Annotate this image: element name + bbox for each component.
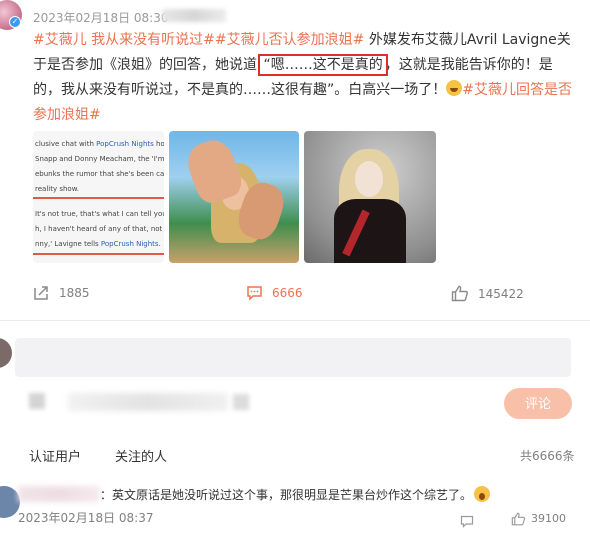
- hashtag-link[interactable]: #艾薇儿 我从来没有听说过#: [33, 32, 215, 48]
- comment-like-count: 39100: [531, 512, 566, 525]
- current-user-avatar: [0, 338, 12, 368]
- comment-input[interactable]: [15, 338, 571, 377]
- image-text-line: ebunks the rumor that she's been cas: [35, 170, 164, 178]
- filter-tab-followed-users[interactable]: 关注的人: [115, 446, 167, 465]
- post-image-photo-hands[interactable]: [169, 131, 299, 263]
- thumbs-up-icon: [511, 512, 526, 526]
- image-divider: [33, 253, 164, 255]
- post-text: #艾薇儿 我从来没有听说过##艾薇儿否认参加浪姐# 外媒发布艾薇儿Avril L…: [33, 28, 578, 128]
- divider: [0, 320, 590, 321]
- post-date: 2023年02月18日 08:30: [33, 11, 169, 25]
- commenter-avatar[interactable]: [0, 486, 20, 518]
- highlighted-source-text: PopCrush Nights: [100, 240, 159, 248]
- reply-button[interactable]: [460, 513, 474, 532]
- image-text-line: reality show.: [35, 185, 79, 193]
- comment-date: 2023年02月18日 08:37: [18, 511, 154, 525]
- share-count: 1885: [59, 286, 90, 300]
- image-text-line: It's not true, that's what I can tell yo…: [35, 210, 164, 218]
- thumbs-up-icon: [451, 285, 468, 302]
- image-divider: [33, 197, 164, 199]
- like-button[interactable]: 145422: [451, 285, 524, 302]
- verified-badge-icon: ✓: [9, 16, 21, 28]
- comment-options-blurred: [68, 393, 228, 411]
- highlighted-source-text: PopCrush Nights: [96, 140, 154, 148]
- submit-comment-button[interactable]: 评论: [504, 388, 572, 419]
- post-image-photo-portrait[interactable]: [304, 131, 436, 263]
- image-text-line: h, I haven't heard of any of that, not t: [35, 225, 164, 233]
- reply-icon: [460, 515, 474, 528]
- image-text-line: nny,' Lavigne tells PopCrush Nights.: [35, 240, 161, 248]
- like-count: 145422: [478, 286, 524, 301]
- filter-tab-verified-users[interactable]: 认证用户: [29, 446, 81, 465]
- comment-count: 6666: [272, 286, 303, 300]
- wow-emoji-icon: [474, 486, 491, 502]
- laugh-emoji-icon: [446, 80, 463, 96]
- comment-text: ：英文原话是她没听说过这个事，那很明显是芒果台炒作这个综艺了。: [100, 486, 491, 503]
- share-icon: [34, 286, 48, 300]
- comment-total-count: 共6666条: [520, 449, 575, 463]
- hashtag-link[interactable]: #艾薇儿否认参加浪姐#: [215, 32, 364, 48]
- comment-icon: [247, 286, 262, 301]
- share-button[interactable]: 1885: [33, 285, 90, 301]
- image-text-line: clusive chat with PopCrush Nights ho: [35, 140, 164, 148]
- image-text-line: Snapp and Donny Meacham, the 'I'm: [35, 155, 164, 163]
- post-source-blurred: [162, 9, 226, 22]
- emoji-picker-blurred[interactable]: [29, 393, 45, 409]
- commenter-name-blurred[interactable]: [18, 486, 100, 502]
- comment-button[interactable]: 6666: [246, 285, 303, 301]
- highlighted-quote: “嗯……这不是真的: [258, 54, 388, 76]
- post-image-screenshot[interactable]: clusive chat with PopCrush Nights ho Sna…: [33, 131, 164, 263]
- image-upload-blurred[interactable]: [233, 394, 249, 410]
- comment-like-button[interactable]: [511, 511, 526, 530]
